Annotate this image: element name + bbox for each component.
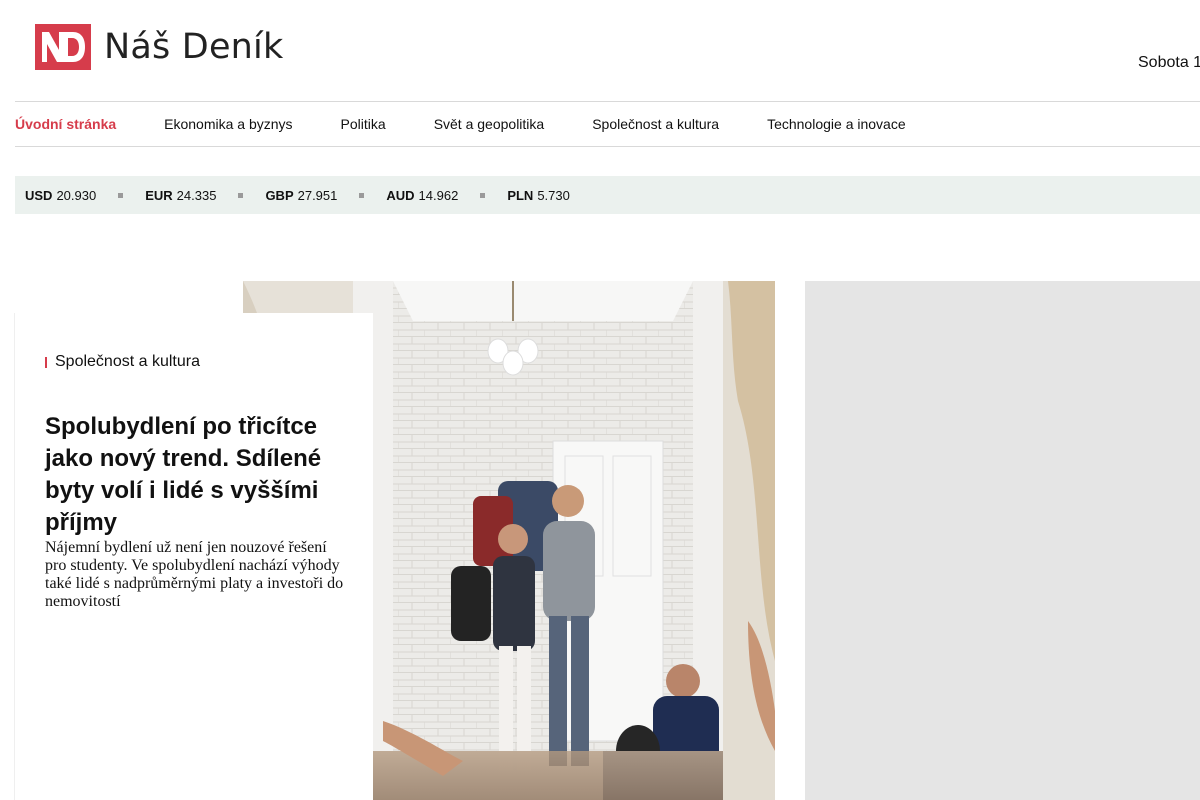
nav-item-technology[interactable]: Technologie a inovace <box>767 116 906 132</box>
currency-code: GBP <box>265 187 294 203</box>
currency-code: AUD <box>386 187 415 203</box>
currency-ticker: USD 20.930 EUR 24.335 GBP 27.951 AUD 14.962 … <box>15 176 1200 214</box>
square-separator-icon <box>118 192 124 198</box>
nd-logo-icon <box>35 24 91 70</box>
nav-item-society[interactable]: Společnost a kultura <box>592 116 719 132</box>
article-category[interactable]: Společnost a kultura <box>45 353 200 371</box>
square-separator-icon <box>480 192 486 198</box>
nav-item-politics[interactable]: Politika <box>341 116 386 132</box>
category-marker <box>45 356 47 368</box>
main-navigation: Úvodní stránka Ekonomika a byznys Politi… <box>15 102 1200 146</box>
currency-code: USD <box>25 187 53 203</box>
currency-code: EUR <box>145 187 173 203</box>
currency-rate-aud: AUD 14.962 <box>386 188 458 203</box>
currency-value: 24.335 <box>176 187 217 203</box>
nav-divider <box>15 146 1200 147</box>
nav-item-world[interactable]: Svět a geopolitika <box>434 116 545 132</box>
category-label: Společnost a kultura <box>55 353 200 370</box>
article-perex: Nájemní bydlení už není jen nouzové řeše… <box>45 539 344 610</box>
currency-rate-pln: PLN 5.730 <box>507 188 570 203</box>
nav-item-economy[interactable]: Ekonomika a byznys <box>164 116 292 132</box>
currency-rate-usd: USD 20.930 <box>25 188 96 203</box>
square-separator-icon <box>238 192 244 198</box>
currency-rate-eur: EUR 24.335 <box>145 188 216 203</box>
currency-value: 27.951 <box>297 187 338 203</box>
currency-code: PLN <box>507 187 534 203</box>
site-title: Náš Deník <box>104 27 284 67</box>
page: Náš Deník Sobota 1 Úvodní stránka Ekonom… <box>0 0 1200 800</box>
currency-rate-gbp: GBP 27.951 <box>265 188 337 203</box>
current-date: Sobota 1 <box>1138 54 1200 71</box>
site-header: Náš Deník Sobota 1 <box>0 0 1200 101</box>
nav-item-home[interactable]: Úvodní stránka <box>15 116 116 132</box>
featured-article-card: Společnost a kultura Spolubydlení po tři… <box>15 313 373 800</box>
currency-value: 14.962 <box>418 187 459 203</box>
currency-value: 20.930 <box>56 187 97 203</box>
site-logo[interactable]: Náš Deník <box>35 24 283 70</box>
advertisement-placeholder <box>805 281 1200 800</box>
currency-value: 5.730 <box>537 187 570 203</box>
square-separator-icon <box>359 192 365 198</box>
article-headline[interactable]: Spolubydlení po třicítce jako nový trend… <box>45 411 355 539</box>
